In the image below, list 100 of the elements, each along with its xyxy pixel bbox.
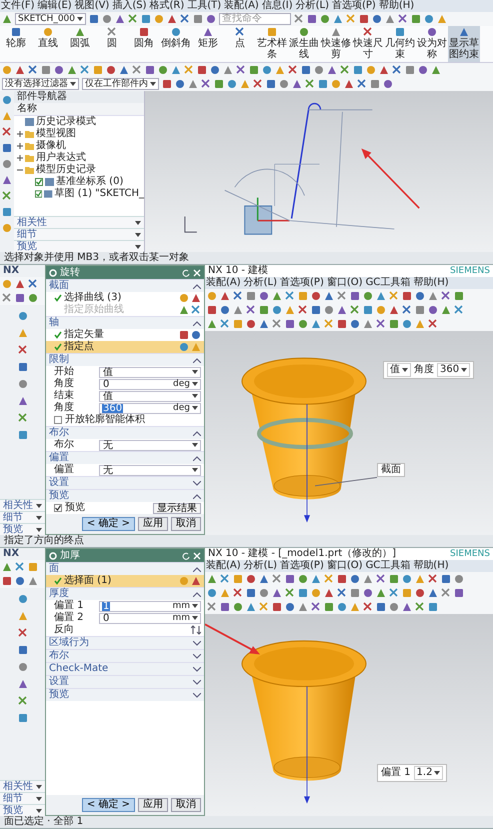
sketch-name-dropdown[interactable]: SKETCH_000 [15, 13, 86, 25]
dialog-button[interactable]: 取消 [171, 517, 201, 531]
dialog-button[interactable]: 应用 [138, 517, 168, 531]
ribbon-button[interactable]: 轮廓 [0, 26, 32, 62]
toolbar-icon[interactable] [428, 574, 438, 584]
toolbar-icon[interactable] [288, 65, 298, 75]
toolbar-icon[interactable] [415, 602, 425, 612]
dialog-button[interactable]: 应用 [138, 798, 168, 812]
value-dropdown[interactable]: 值 [387, 363, 411, 377]
toolbar-icon[interactable] [141, 14, 152, 24]
toolbar-icon[interactable] [389, 588, 399, 598]
section-header[interactable]: 预览 [46, 688, 204, 701]
toolbar-icon[interactable] [207, 602, 217, 612]
toolbar-icon[interactable] [337, 291, 347, 301]
expand-icon[interactable] [17, 155, 23, 161]
toolbar-icon[interactable] [167, 14, 178, 24]
section-header[interactable]: 面 [46, 562, 204, 575]
ribbon-button[interactable]: 圆角 [128, 26, 160, 62]
reset-icon[interactable] [182, 552, 190, 560]
tree-item[interactable]: 基准坐标系 (0) [56, 176, 124, 188]
menu-item[interactable]: 格式(R) [148, 0, 186, 12]
toolbar-icon[interactable] [411, 14, 422, 24]
toolbar-icon[interactable] [402, 305, 412, 315]
selection-row[interactable]: 选择曲线 (3) [46, 292, 204, 304]
menu-item[interactable]: 分析(L) [242, 277, 278, 289]
close-icon[interactable] [193, 268, 201, 276]
toolbar-icon[interactable] [253, 79, 263, 89]
ribbon-button[interactable]: 设为对称 [416, 26, 448, 62]
column-header[interactable]: 名称 [14, 103, 144, 116]
value-field[interactable]: 0 mm [99, 612, 201, 624]
toolbar-icon[interactable] [107, 27, 117, 37]
reset-icon[interactable] [182, 268, 190, 276]
toolbar-icon[interactable] [395, 27, 405, 37]
section-header[interactable]: Check-Mate [46, 662, 204, 675]
toolbar-icon[interactable] [28, 65, 38, 75]
toolbar-icon[interactable] [201, 79, 211, 89]
ribbon-button[interactable]: 快速尺寸 [352, 26, 384, 62]
toolbar-icon[interactable] [285, 291, 295, 301]
toolbar-icon[interactable] [294, 14, 304, 24]
toolbar-icon[interactable] [427, 27, 437, 37]
dialog-button[interactable]: 取消 [171, 798, 201, 812]
toolbar-icon[interactable] [272, 319, 282, 329]
ribbon-button[interactable]: 点 [224, 26, 256, 62]
section-header[interactable]: 布尔 [46, 649, 204, 662]
section-header[interactable]: 轴 [46, 316, 204, 329]
toolbar-icon[interactable] [320, 14, 330, 24]
toolbar-icon[interactable] [398, 14, 408, 24]
menu-item[interactable]: 首选项(P) [279, 277, 325, 289]
toolbar-icon[interactable] [18, 628, 28, 638]
checkbox[interactable] [35, 190, 42, 198]
toolbar-icon[interactable] [363, 27, 373, 37]
value-field[interactable]: 360 deg [99, 402, 201, 414]
menu-item[interactable]: 装配(A) [223, 0, 260, 12]
ribbon-button[interactable]: 圆 [96, 26, 128, 62]
toolbar-icon[interactable] [2, 293, 12, 303]
toolbar-icon[interactable] [299, 27, 309, 37]
section-header[interactable]: 截面 [46, 279, 204, 292]
section-header[interactable]: 偏置 [46, 451, 204, 464]
toolbar-icon[interactable] [80, 65, 90, 75]
toolbar-icon[interactable] [272, 574, 282, 584]
section-header[interactable]: 限制 [46, 353, 204, 366]
toolbar-icon[interactable] [298, 305, 308, 315]
menu-item[interactable]: 编辑(E) [36, 0, 73, 12]
section-header[interactable]: 设置 [46, 476, 204, 489]
toolbar-icon[interactable] [132, 65, 142, 75]
menu-item[interactable]: 首选项(P) [330, 0, 377, 12]
toolbar-icon[interactable] [2, 127, 12, 137]
toolbar-icon[interactable] [28, 279, 38, 289]
toolbar-icon[interactable] [43, 27, 53, 37]
expand-icon[interactable] [17, 131, 23, 137]
toolbar-icon[interactable] [376, 319, 386, 329]
expand-icon[interactable] [17, 143, 23, 149]
pane-header[interactable]: 细节 [0, 511, 45, 523]
dialog-button[interactable]: < 确定 > [82, 798, 135, 812]
toolbar-icon[interactable] [246, 305, 256, 315]
toolbar-icon[interactable] [220, 319, 230, 329]
toolbar-icon[interactable] [454, 305, 464, 315]
collapse-icon[interactable] [17, 167, 23, 173]
filter-dropdown[interactable]: 没有选择过滤器 [2, 78, 79, 90]
ribbon-button[interactable]: 几何约束 [384, 26, 416, 62]
toolbar-icon[interactable] [2, 191, 12, 201]
pane-header[interactable]: 相关性 [14, 216, 144, 228]
toolbar-icon[interactable] [102, 14, 112, 24]
toolbar-icon[interactable] [18, 413, 28, 423]
tree-item[interactable]: 用户表达式 [36, 152, 86, 164]
toolbar-icon[interactable] [233, 588, 243, 598]
ribbon-button[interactable]: 艺术样条 [256, 26, 288, 62]
value-field[interactable]: 无 [99, 464, 201, 476]
value-field[interactable]: 0 deg [99, 378, 201, 390]
selection-row[interactable]: 指定点 [46, 341, 204, 353]
toolbar-icon[interactable] [441, 291, 451, 301]
toolbar-icon[interactable] [350, 305, 360, 315]
pane-header[interactable]: 预览 [0, 804, 45, 816]
pane-header[interactable]: 细节 [14, 228, 144, 240]
section-header[interactable]: 厚度 [46, 587, 204, 600]
tree-item[interactable]: 模型历史记录 [36, 164, 96, 176]
toolbar-icon[interactable] [424, 14, 434, 24]
toolbar-icon[interactable] [376, 574, 386, 584]
toolbar-icon[interactable] [357, 79, 367, 89]
toolbar-icon[interactable] [333, 14, 344, 24]
